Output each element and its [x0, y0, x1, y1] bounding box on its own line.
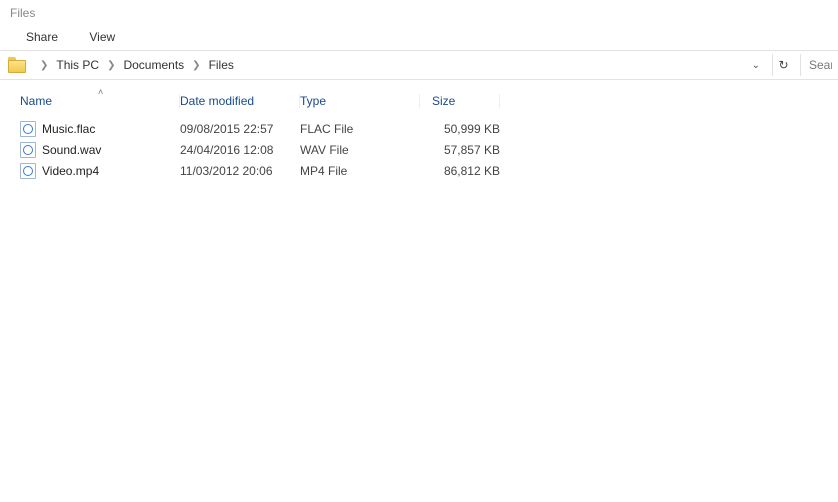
- file-date: 11/03/2012 20:06: [180, 164, 300, 178]
- breadcrumb: ❯ This PC ❯ Documents ❯ Files: [34, 56, 236, 74]
- column-headers: ˄ Name Date modified Type Size: [0, 88, 838, 118]
- header-date[interactable]: Date modified: [180, 94, 300, 108]
- refresh-button[interactable]: ↻: [772, 54, 794, 76]
- file-date: 24/04/2016 12:08: [180, 143, 300, 157]
- breadcrumb-this-pc[interactable]: This PC: [54, 56, 101, 74]
- file-type: MP4 File: [300, 164, 420, 178]
- audio-file-icon: [20, 121, 36, 137]
- window-title: Files: [0, 0, 838, 28]
- file-type: FLAC File: [300, 122, 420, 136]
- video-file-icon: [20, 163, 36, 179]
- file-row[interactable]: Sound.wav 24/04/2016 12:08 WAV File 57,8…: [0, 139, 838, 160]
- menubar: Share View: [0, 28, 838, 50]
- chevron-right-icon[interactable]: ❯: [107, 60, 115, 71]
- file-name: Sound.wav: [42, 143, 101, 157]
- header-type[interactable]: Type: [300, 94, 420, 108]
- menu-view[interactable]: View: [89, 30, 115, 44]
- file-date: 09/08/2015 22:57: [180, 122, 300, 136]
- breadcrumb-files[interactable]: Files: [207, 56, 236, 74]
- chevron-right-icon[interactable]: ❯: [192, 60, 200, 71]
- header-name[interactable]: ˄ Name: [20, 94, 180, 108]
- search-input[interactable]: Search: [800, 54, 832, 76]
- audio-file-icon: [20, 142, 36, 158]
- header-name-label: Name: [20, 94, 52, 108]
- file-name: Video.mp4: [42, 164, 99, 178]
- sort-ascending-icon: ˄: [98, 87, 103, 97]
- file-row[interactable]: Music.flac 09/08/2015 22:57 FLAC File 50…: [0, 118, 838, 139]
- chevron-right-icon[interactable]: ❯: [40, 60, 48, 71]
- file-size: 57,857 KB: [420, 143, 500, 157]
- file-size: 50,999 KB: [420, 122, 500, 136]
- menu-share[interactable]: Share: [26, 30, 58, 44]
- file-type: WAV File: [300, 143, 420, 157]
- breadcrumb-documents[interactable]: Documents: [121, 56, 186, 74]
- file-size: 86,812 KB: [420, 164, 500, 178]
- header-size[interactable]: Size: [420, 94, 500, 108]
- file-list: ˄ Name Date modified Type Size Music.fla…: [0, 80, 838, 181]
- address-dropdown[interactable]: ⌄: [746, 60, 766, 71]
- folder-icon: [8, 57, 26, 73]
- file-name: Music.flac: [42, 122, 95, 136]
- address-bar[interactable]: ❯ This PC ❯ Documents ❯ Files ⌄ ↻ Search: [0, 50, 838, 80]
- file-row[interactable]: Video.mp4 11/03/2012 20:06 MP4 File 86,8…: [0, 160, 838, 181]
